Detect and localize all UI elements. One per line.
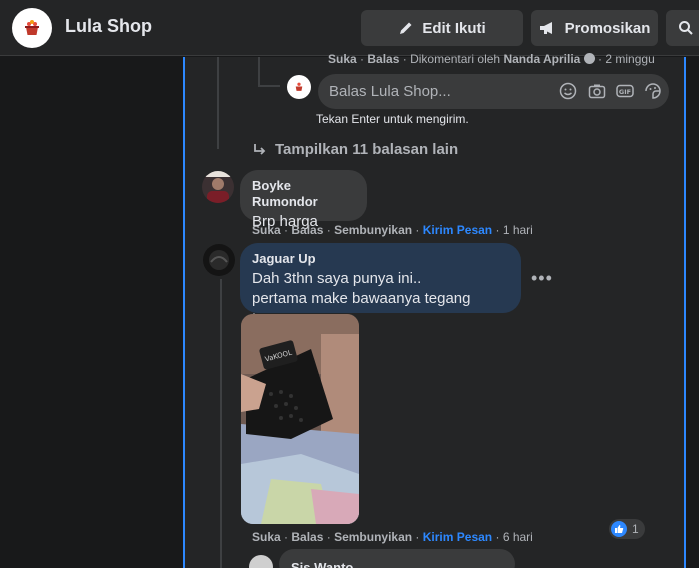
timestamp[interactable]: 6 hari [503,530,533,544]
reply-hint: Tekan Enter untuk mengirim. [316,112,469,126]
reply-link[interactable]: Balas [291,223,323,237]
sticker-icon[interactable] [644,82,662,100]
comment-actions: Suka · Balas · Sembunyikan · Kirim Pesan… [252,530,533,544]
reply-arrow-icon [254,143,266,155]
edit-follow-button[interactable]: Edit Ikuti [361,10,523,46]
comment-text-line: Dah 3thn saya punya ini.. [252,270,422,287]
reaction-summary[interactable]: 1 [609,519,645,539]
thread-line [220,279,222,568]
search-icon [679,21,693,35]
shop-logo-icon [295,82,303,91]
promote-label: Promosikan [564,19,651,37]
like-icon [611,521,627,537]
comment-photo[interactable]: VaKOOL [241,314,359,524]
search-button[interactable] [666,10,699,46]
emoji-icon[interactable] [559,82,577,100]
shop-logo-icon [25,20,39,35]
comment-bubble: Sis Wanto [279,549,515,568]
thread-line [217,57,219,149]
commenter-avatar-icon [583,53,595,64]
reply-link[interactable]: Balas [291,530,323,544]
commented-by-name[interactable]: Nanda Aprilia [503,52,580,66]
camera-icon[interactable] [588,82,606,100]
hide-link[interactable]: Sembunyikan [334,223,412,237]
gif-icon[interactable]: GIF [616,82,634,100]
like-link[interactable]: Suka [328,52,357,66]
reaction-count: 1 [632,522,639,536]
hide-link[interactable]: Sembunyikan [334,530,412,544]
avatar[interactable] [202,171,234,203]
thread-line [258,57,260,87]
pencil-icon [400,22,412,34]
send-message-link[interactable]: Kirim Pesan [423,223,492,237]
comment-author[interactable]: Jaguar Up [252,251,509,267]
comment-bubble: Boyke Rumondor Brp harga [240,170,367,230]
commented-by-prefix: Dikomentari oleh [410,52,501,66]
thread-line [258,85,280,87]
avatar[interactable] [249,555,273,568]
timestamp[interactable]: 1 hari [503,223,533,237]
comment-author[interactable]: Boyke Rumondor [252,178,355,210]
more-options-icon[interactable]: ••• [531,268,553,289]
previous-reply-meta: Suka · Balas · Dikomentari oleh Nanda Ap… [328,52,655,66]
comment-actions: Suka · Balas · Sembunyikan · Kirim Pesan… [252,223,533,237]
comment-thread-panel: Suka · Balas · Dikomentari oleh Nanda Ap… [183,52,686,568]
comment-author[interactable]: Sis Wanto [291,560,353,568]
page-avatar[interactable] [12,8,52,48]
edit-follow-label: Edit Ikuti [422,19,486,37]
like-link[interactable]: Suka [252,223,281,237]
reply-link[interactable]: Balas [367,52,399,66]
page-avatar-small [287,75,311,99]
send-message-link[interactable]: Kirim Pesan [423,530,492,544]
page-name[interactable]: Lula Shop [65,16,152,37]
timestamp[interactable]: 2 minggu [605,52,654,66]
show-more-replies-label: Tampilkan 11 balasan lain [275,141,459,158]
megaphone-icon [539,22,552,34]
comment-bubble: Jaguar Up Dah 3thn saya punya ini.. pert… [240,243,521,327]
avatar[interactable] [203,244,235,276]
like-link[interactable]: Suka [252,530,281,544]
promote-button[interactable]: Promosikan [531,10,658,46]
reply-input[interactable]: Balas Lula Shop... GIF [318,74,669,109]
reply-placeholder: Balas Lula Shop... [329,83,451,100]
svg-text:GIF: GIF [619,88,631,96]
show-more-replies-link[interactable]: Tampilkan 11 balasan lain [253,141,458,158]
page-header: Lula Shop Edit Ikuti Promosikan [0,0,699,56]
